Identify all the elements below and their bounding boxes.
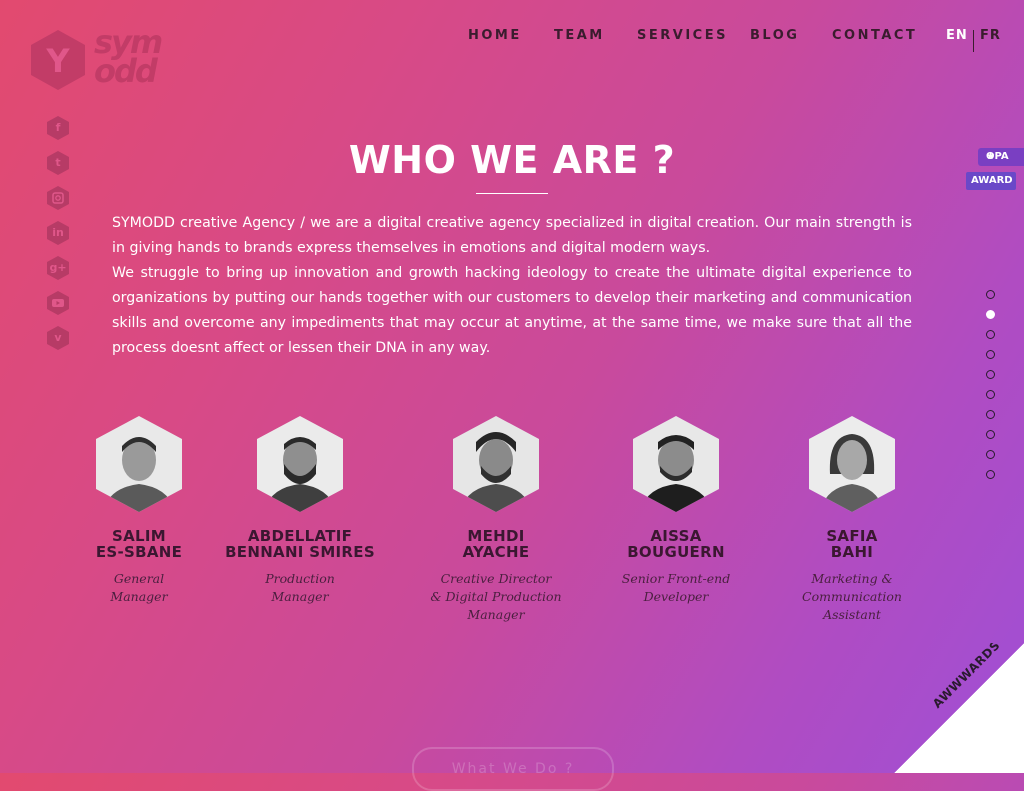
about-text: SYMODD creative Agency / we are a digita…	[112, 211, 912, 361]
award-label: AWARD	[966, 172, 1016, 190]
lang-en[interactable]: EN	[946, 28, 968, 43]
awwwards-corner	[894, 643, 1024, 773]
pager-dot[interactable]	[986, 350, 995, 359]
pager-dot[interactable]	[986, 370, 995, 379]
member-photo	[254, 414, 346, 514]
opa-label: OPA ★	[978, 148, 1024, 166]
lang-divider	[973, 30, 974, 52]
member-role: Senior Front-end Developer	[621, 571, 731, 604]
member-name: MEHDI AYACHE	[462, 527, 530, 561]
title-underline	[476, 193, 548, 194]
youtube-icon[interactable]	[45, 290, 71, 316]
member-photo	[806, 414, 898, 514]
svg-text:Y: Y	[45, 42, 70, 80]
team-member-card[interactable]: SALIM ES-SBANE General Manager	[49, 414, 229, 606]
main-nav: HOME TEAM SERVICES BLOG CONTACT	[468, 28, 1004, 48]
nav-services[interactable]: SERVICES	[637, 28, 728, 43]
member-photo	[630, 414, 722, 514]
team-member-card[interactable]: AISSA BOUGUERN Senior Front-end Developer	[586, 414, 766, 606]
nav-team[interactable]: TEAM	[554, 28, 605, 43]
google-plus-icon[interactable]: g+	[45, 255, 71, 281]
member-role: Marketing & Communication Assistant	[802, 571, 902, 622]
pager-dot[interactable]	[986, 410, 995, 419]
member-name: AISSA BOUGUERN	[627, 527, 725, 561]
member-role: General Manager	[110, 571, 168, 604]
member-role: Creative Director & Digital Production Ma…	[430, 571, 562, 622]
vimeo-icon[interactable]: v	[45, 325, 71, 351]
pager-dot[interactable]	[986, 330, 995, 339]
logo-wordmark: sym odd	[94, 23, 163, 90]
team-member-card[interactable]: ABDELLATIF BENNANI SMIRES Production Manag…	[210, 414, 390, 606]
linkedin-icon[interactable]: in	[45, 220, 71, 246]
instagram-icon[interactable]	[45, 185, 71, 211]
about-paragraph-1: SYMODD creative Agency / we are a digita…	[112, 215, 912, 256]
team-member-card[interactable]: SAFIA BAHI Marketing & Communication Assis…	[762, 414, 942, 624]
logo-hex-icon: Y	[31, 30, 85, 90]
member-name: ABDELLATIF BENNANI SMIRES	[225, 527, 375, 561]
pager-dot[interactable]	[986, 390, 995, 399]
lang-fr[interactable]: FR	[980, 28, 1001, 43]
section-pager	[986, 290, 998, 490]
star-icon: ★	[986, 151, 995, 162]
team-member-card[interactable]: MEHDI AYACHE Creative Director & Digital P…	[406, 414, 586, 624]
nav-blog[interactable]: BLOG	[750, 28, 799, 43]
section-title: WHO WE ARE ?	[348, 138, 676, 182]
pager-dot[interactable]	[986, 470, 995, 479]
opa-award-badge[interactable]: OPA ★ AWARD	[966, 148, 1024, 194]
what-we-do-button[interactable]: What We Do ?	[412, 747, 614, 791]
pager-dot[interactable]	[986, 430, 995, 439]
member-photo	[450, 414, 542, 514]
symodd-logo[interactable]: Y sym odd	[28, 26, 188, 92]
member-name: SAFIA BAHI	[826, 527, 878, 561]
awwwards-badge[interactable]: AWWWARDS © H.M	[894, 643, 1024, 773]
member-role: Production Manager	[265, 571, 335, 604]
member-name: SALIM ES-SBANE	[95, 527, 183, 561]
about-paragraph-2: We struggle to bring up innovation and g…	[112, 265, 912, 356]
nav-contact[interactable]: CONTACT	[832, 28, 917, 43]
nav-home[interactable]: HOME	[468, 28, 522, 43]
pager-dot[interactable]	[986, 290, 995, 299]
member-photo	[93, 414, 185, 514]
pager-dot-active[interactable]	[986, 310, 995, 319]
pager-dot[interactable]	[986, 450, 995, 459]
